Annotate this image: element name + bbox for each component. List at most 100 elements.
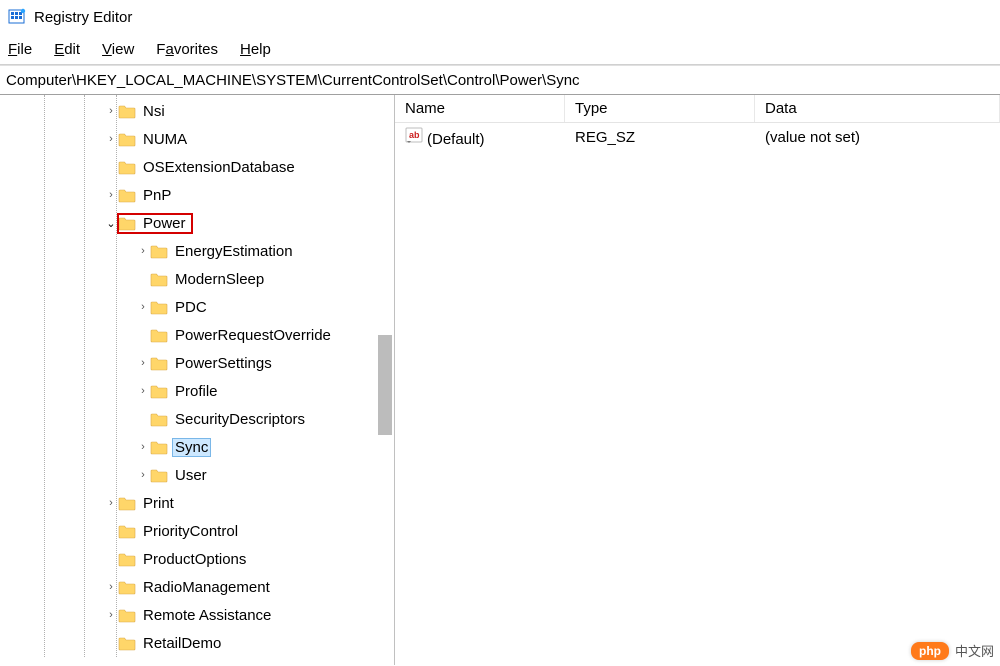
folder-icon (150, 384, 168, 399)
menu-view[interactable]: View (102, 41, 134, 58)
tree-item[interactable]: ›User (0, 461, 394, 489)
chevron-right-icon[interactable]: › (104, 609, 118, 621)
tree-item[interactable]: › Nsi (0, 97, 394, 125)
menu-bar: File Edit View Favorites Help (0, 34, 1000, 64)
string-value-icon: ab (405, 126, 423, 144)
chevron-right-icon[interactable]: › (136, 357, 150, 369)
chevron-right-icon[interactable]: › (104, 497, 118, 509)
folder-icon (150, 244, 168, 259)
tree-item-label: PowerRequestOverride (172, 326, 334, 345)
folder-icon (150, 272, 168, 287)
value-data-cell: (value not set) (755, 129, 1000, 146)
tree-item-label: ModernSleep (172, 270, 267, 289)
folder-icon (118, 580, 136, 595)
folder-icon (150, 468, 168, 483)
tree-item[interactable]: PriorityControl (0, 517, 394, 545)
column-data[interactable]: Data (755, 95, 1000, 122)
tree-item[interactable]: › Remote Assistance (0, 601, 394, 629)
value-row[interactable]: ab(Default)REG_SZ(value not set) (395, 123, 1000, 151)
address-input[interactable] (6, 72, 994, 89)
value-type-cell: REG_SZ (565, 129, 755, 146)
folder-icon (118, 496, 136, 511)
tree-item-label: Power (140, 214, 189, 233)
folder-icon (118, 216, 136, 231)
tree-item[interactable]: ⌄ Power (0, 209, 394, 237)
title-bar: Registry Editor (0, 0, 1000, 34)
tree-item[interactable]: SecurityDescriptors (0, 405, 394, 433)
tree-item-label: Remote Assistance (140, 606, 274, 625)
tree-item-label: PnP (140, 186, 174, 205)
watermark-text: 中文网 (955, 641, 994, 660)
watermark: php 中文网 (911, 641, 994, 660)
tree-item-label: Sync (172, 438, 211, 457)
watermark-badge: php (911, 642, 949, 660)
tree-item-label: RetailDemo (140, 634, 224, 653)
folder-icon (150, 440, 168, 455)
chevron-right-icon[interactable]: › (136, 245, 150, 257)
tree-item[interactable]: PowerRequestOverride (0, 321, 394, 349)
chevron-right-icon[interactable]: › (104, 581, 118, 593)
chevron-down-icon[interactable]: ⌄ (104, 217, 118, 230)
content-area: › Nsi › NUMA OSExtensionDatabase › PnP ⌄ Power › E… (0, 95, 1000, 665)
folder-icon (118, 104, 136, 119)
tree-item-label: PDC (172, 298, 210, 317)
chevron-right-icon[interactable]: › (136, 385, 150, 397)
folder-icon (118, 608, 136, 623)
tree-item-label: Print (140, 494, 177, 513)
values-pane[interactable]: Name Type Data ab(Default)REG_SZ(value n… (395, 95, 1000, 665)
values-list[interactable]: ab(Default)REG_SZ(value not set) (395, 123, 1000, 151)
menu-file[interactable]: File (8, 41, 32, 58)
tree-item[interactable]: › Sync (0, 433, 394, 461)
tree-item[interactable]: › NUMA (0, 125, 394, 153)
chevron-right-icon[interactable]: › (136, 301, 150, 313)
tree-item[interactable]: › PowerSettings (0, 349, 394, 377)
tree-item[interactable]: ModernSleep (0, 265, 394, 293)
tree-item-label: EnergyEstimation (172, 242, 296, 261)
tree-item[interactable]: › PnP (0, 181, 394, 209)
tree-item[interactable]: ProductOptions (0, 545, 394, 573)
chevron-right-icon[interactable]: › (104, 105, 118, 117)
tree-item-label: OSExtensionDatabase (140, 158, 298, 177)
chevron-right-icon[interactable]: › (136, 441, 150, 453)
menu-edit[interactable]: Edit (54, 41, 80, 58)
tree-item-label: PriorityControl (140, 522, 241, 541)
regedit-icon (8, 8, 26, 26)
folder-icon (150, 412, 168, 427)
folder-icon (118, 132, 136, 147)
chevron-right-icon[interactable]: › (104, 189, 118, 201)
tree-item-label: SecurityDescriptors (172, 410, 308, 429)
value-name-cell: ab(Default) (395, 126, 565, 148)
address-bar[interactable] (0, 65, 1000, 95)
menu-help[interactable]: Help (240, 41, 271, 58)
tree-item-label: Profile (172, 382, 221, 401)
column-type[interactable]: Type (565, 95, 755, 122)
tree-item-label: Nsi (140, 102, 168, 121)
values-header[interactable]: Name Type Data (395, 95, 1000, 123)
folder-icon (118, 524, 136, 539)
tree-item[interactable]: › Print (0, 489, 394, 517)
tree-item-label: ProductOptions (140, 550, 249, 569)
folder-icon (118, 160, 136, 175)
folder-icon (150, 328, 168, 343)
tree-item[interactable]: › Profile (0, 377, 394, 405)
tree-item[interactable]: › EnergyEstimation (0, 237, 394, 265)
folder-icon (118, 552, 136, 567)
chevron-right-icon[interactable]: › (104, 133, 118, 145)
folder-icon (150, 300, 168, 315)
tree-item[interactable]: RetailDemo (0, 629, 394, 657)
chevron-right-icon[interactable]: › (136, 469, 150, 481)
menu-favorites[interactable]: Favorites (156, 41, 218, 58)
tree-item[interactable]: OSExtensionDatabase (0, 153, 394, 181)
tree-item-label: RadioManagement (140, 578, 273, 597)
tree-item-label: PowerSettings (172, 354, 275, 373)
column-name[interactable]: Name (395, 95, 565, 122)
tree-item-label: NUMA (140, 130, 190, 149)
folder-icon (150, 356, 168, 371)
folder-icon (118, 188, 136, 203)
registry-tree[interactable]: › Nsi › NUMA OSExtensionDatabase › PnP ⌄ Power › E… (0, 95, 394, 657)
tree-scrollbar[interactable] (378, 335, 392, 435)
tree-pane[interactable]: › Nsi › NUMA OSExtensionDatabase › PnP ⌄ Power › E… (0, 95, 395, 665)
tree-item[interactable]: › PDC (0, 293, 394, 321)
folder-icon (118, 636, 136, 651)
tree-item[interactable]: › RadioManagement (0, 573, 394, 601)
